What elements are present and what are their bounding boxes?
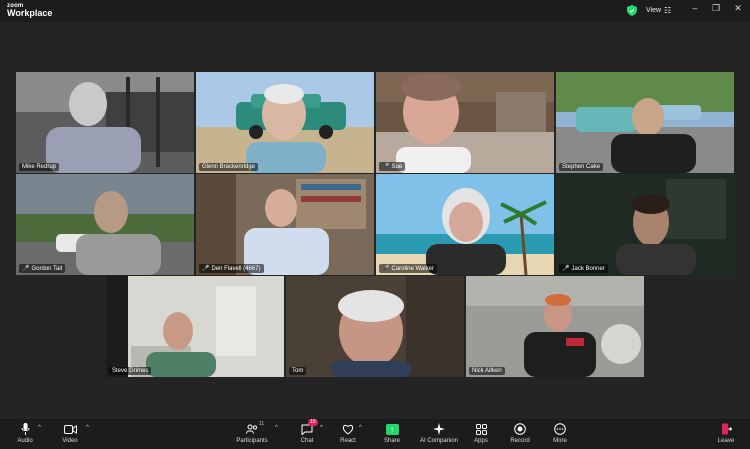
participant-name: Den Flavell (4667) — [211, 265, 261, 272]
participant-name: Caroline Walker — [391, 265, 434, 272]
video-gallery: Mike Redrup Glenn Brackenridge 🎤 Sue Ste… — [0, 22, 750, 419]
record-button[interactable]: Record — [500, 422, 540, 444]
brand-workplace-text: Workplace — [7, 8, 53, 18]
grid-icon: ☷ — [664, 6, 672, 15]
participant-name-tag: Glenn Brackenridge — [199, 163, 259, 171]
participant-name-tag: 🎤 Gordon Tait — [19, 264, 66, 273]
video-tile[interactable]: 🎤 Jack Bonner — [556, 174, 734, 275]
audio-options-caret-icon[interactable]: ^ — [38, 425, 41, 431]
participant-video — [376, 72, 554, 173]
camera-icon — [62, 422, 78, 436]
sparkle-icon — [431, 422, 447, 436]
more-button[interactable]: More — [540, 422, 580, 444]
close-icon[interactable]: ✕ — [731, 3, 745, 14]
mic-muted-icon: 🎤 — [22, 266, 30, 272]
view-button[interactable]: View ☷ — [642, 4, 675, 17]
participant-video — [556, 72, 734, 173]
participant-name: Jack Bonner — [571, 265, 605, 272]
zoom-logo: zoom Workplace — [7, 3, 52, 18]
chat-label: Chat — [300, 438, 314, 444]
participant-name-tag: Mike Redrup — [19, 163, 60, 171]
video-options-caret-icon[interactable]: ^ — [86, 425, 89, 431]
participant-video — [16, 72, 194, 173]
video-label: Video — [62, 438, 78, 444]
participant-video — [16, 174, 194, 275]
title-bar: zoom Workplace View ☷ – ❐ ✕ — [0, 0, 750, 22]
react-button[interactable]: React — [328, 422, 368, 444]
record-label: Record — [510, 438, 530, 444]
chat-icon: 10 — [299, 419, 318, 436]
more-label: More — [553, 438, 567, 444]
apps-icon — [473, 422, 489, 436]
microphone-icon — [17, 422, 33, 436]
participant-name-tag: 🎤 Sue — [379, 162, 406, 171]
participant-name-tag: 🎤 Den Flavell (4667) — [199, 264, 264, 273]
participant-video — [196, 174, 374, 275]
participant-name: Sue — [391, 163, 403, 170]
minimize-icon[interactable]: – — [688, 3, 702, 13]
mic-muted-icon: 🎤 — [382, 164, 390, 170]
react-label: React — [340, 438, 356, 444]
leave-icon — [718, 422, 734, 436]
apps-label: Apps — [474, 438, 488, 444]
video-tile[interactable]: Glenn Brackenridge — [196, 72, 374, 173]
record-icon — [512, 422, 528, 436]
view-label: View — [646, 7, 662, 14]
apps-button[interactable]: Apps — [461, 422, 501, 444]
participant-name-tag: Steve Grimes — [109, 367, 152, 375]
heart-icon — [340, 422, 356, 436]
mic-muted-icon: 🎤 — [562, 266, 570, 272]
participant-name: Mike Redrup — [22, 164, 57, 170]
video-tile[interactable]: 🎤 Caroline Walker — [376, 174, 554, 275]
audio-label: Audio — [17, 438, 33, 444]
participant-name: Glenn Brackenridge — [202, 164, 256, 170]
participants-button[interactable]: 11 Participants — [232, 421, 272, 444]
participant-video — [286, 276, 464, 377]
share-label: Share — [383, 438, 400, 444]
participant-name-tag: Tom — [289, 367, 307, 375]
video-tile-active-speaker[interactable]: Nick Aitken — [466, 276, 644, 377]
participant-name: Gordon Tait — [31, 265, 63, 272]
participants-count: 11 — [259, 421, 265, 427]
participant-name: Tom — [292, 368, 304, 374]
share-icon: ↑ — [384, 422, 400, 436]
participant-name: Nick Aitken — [472, 368, 502, 374]
participant-video — [466, 276, 644, 377]
ai-companion-button[interactable]: AI Companion — [419, 422, 459, 444]
participants-label: Participants — [236, 438, 268, 444]
mic-muted-icon: 🎤 — [382, 266, 390, 272]
participant-name: Steve Grimes — [112, 368, 149, 374]
participant-video — [556, 174, 734, 275]
participant-video — [376, 174, 554, 275]
participant-video — [106, 276, 284, 377]
participant-name-tag: 🎤 Caroline Walker — [379, 264, 437, 273]
participant-name-tag: Nick Aitken — [469, 367, 505, 375]
video-tile[interactable]: Stephen Cake — [556, 72, 734, 173]
more-icon — [552, 422, 568, 436]
share-button[interactable]: ↑ Share — [372, 422, 412, 444]
participant-name-tag: 🎤 Jack Bonner — [559, 264, 608, 273]
video-tile[interactable]: Steve Grimes — [106, 276, 284, 377]
video-tile[interactable]: Tom — [286, 276, 464, 377]
leave-button[interactable]: Leave — [706, 422, 746, 444]
react-options-caret-icon[interactable]: ^ — [359, 425, 362, 431]
video-tile[interactable]: 🎤 Den Flavell (4667) — [196, 174, 374, 275]
participants-options-caret-icon[interactable]: ^ — [275, 425, 278, 431]
leave-label: Leave — [717, 438, 735, 444]
restore-icon[interactable]: ❐ — [709, 3, 723, 14]
chat-unread-badge: 10 — [308, 419, 318, 426]
participant-name: Stephen Cake — [562, 164, 601, 170]
video-tile[interactable]: 🎤 Sue — [376, 72, 554, 173]
video-tile[interactable]: Mike Redrup — [16, 72, 194, 173]
participants-icon: 11 — [244, 421, 264, 436]
mic-muted-icon: 🎤 — [202, 266, 210, 272]
shield-icon[interactable] — [627, 5, 637, 16]
chat-options-caret-icon[interactable]: ^ — [320, 425, 323, 431]
meeting-toolbar: Audio ^ Video ^ 11 Participants ^ 10 Cha… — [0, 419, 750, 449]
video-tile[interactable]: 🎤 Gordon Tait — [16, 174, 194, 275]
ai-companion-label: AI Companion — [419, 438, 459, 444]
participant-name-tag: Stephen Cake — [559, 163, 604, 171]
participant-video — [196, 72, 374, 173]
video-button[interactable]: Video — [50, 422, 90, 444]
